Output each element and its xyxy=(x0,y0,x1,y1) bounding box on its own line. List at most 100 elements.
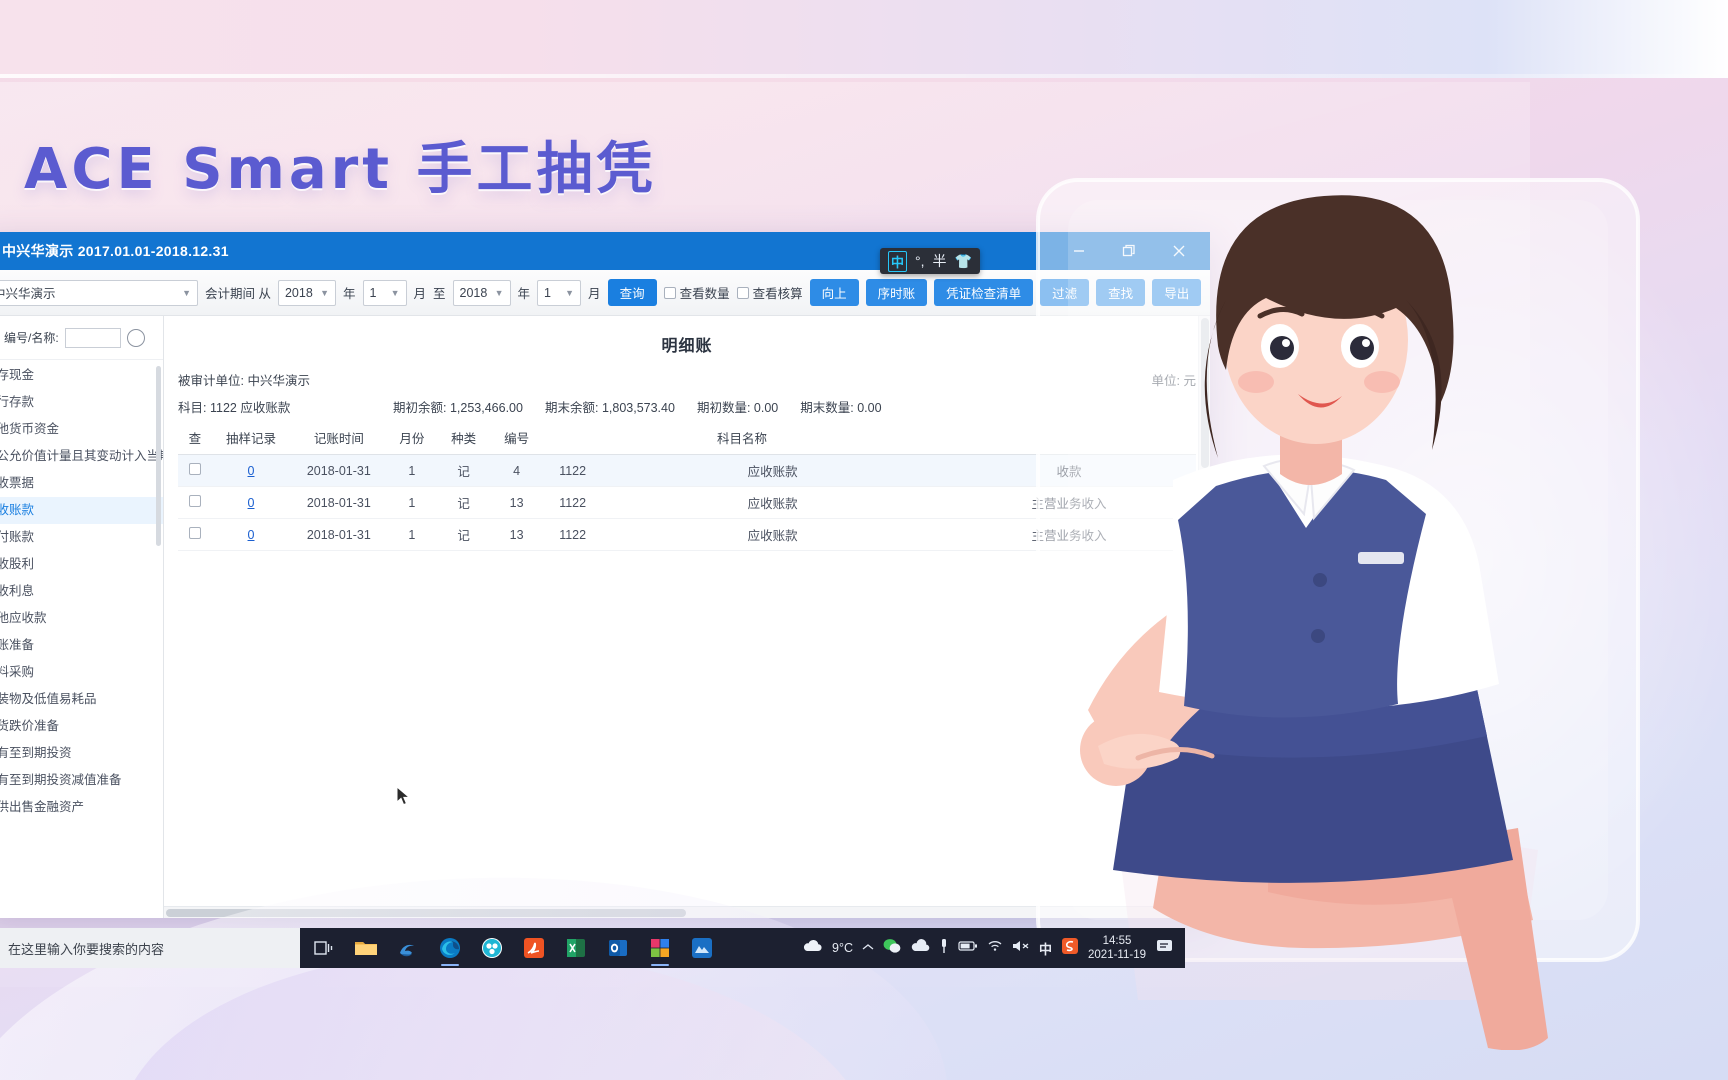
screen: ACE Smart 手工抽凭 中兴华演示 2017.01.01-2018.12.… xyxy=(0,0,1728,1080)
month-unit-label-2: 月 xyxy=(588,287,601,301)
pdf-reader-icon[interactable] xyxy=(514,928,554,968)
file-explorer-icon[interactable] xyxy=(346,928,386,968)
battery-icon[interactable] xyxy=(958,939,978,957)
ime-mode-icon[interactable]: 中 xyxy=(888,250,908,272)
row-checkbox-cell[interactable] xyxy=(178,486,212,519)
excel-icon[interactable] xyxy=(556,928,596,968)
mountain-app-icon[interactable] xyxy=(682,928,722,968)
closing-qty-value: 0.00 xyxy=(857,401,882,415)
taskbar-search[interactable]: 在这里输入你要搜索的内容 xyxy=(0,928,300,968)
row-checkbox-cell[interactable] xyxy=(178,518,212,551)
row-checkbox[interactable] xyxy=(188,463,201,475)
row-kind: 记 xyxy=(436,486,492,519)
clock-time: 14:55 xyxy=(1102,935,1132,947)
subject-item-10[interactable]: 坏账准备 xyxy=(0,632,163,659)
col-subject-name[interactable]: 科目名称 xyxy=(541,422,942,455)
taskbar-search-placeholder: 在这里输入你要搜索的内容 xyxy=(8,941,165,957)
wechat-icon[interactable] xyxy=(883,938,901,959)
taskbar-icons: 9°C 中 14:55 2021-11-19 xyxy=(300,928,1185,968)
month-from-select[interactable]: 1 ▼ xyxy=(362,279,407,306)
app-colored-icon[interactable] xyxy=(640,928,680,968)
sample-link[interactable]: 0 xyxy=(248,496,255,510)
search-icon[interactable] xyxy=(126,328,145,347)
subject-item-2[interactable]: 其他货币资金 xyxy=(0,416,163,443)
check-accounting-label: 查看核算 xyxy=(752,287,803,301)
subject-item-11[interactable]: 材料采购 xyxy=(0,659,163,686)
row-code: 1122 xyxy=(541,518,604,551)
col-month[interactable]: 月份 xyxy=(387,422,437,455)
onedrive-icon[interactable] xyxy=(910,938,930,958)
row-checkbox-cell[interactable] xyxy=(178,454,212,487)
year-unit-label-2: 年 xyxy=(517,287,531,301)
subject-item-3[interactable]: 以公允价值计量且其变动计入当期 xyxy=(0,443,163,470)
shirt-icon[interactable]: 👕 xyxy=(955,253,972,270)
chevron-down-icon: ▼ xyxy=(494,287,504,298)
subject-line: 科目: 1122 应收账款 xyxy=(178,397,393,416)
col-sample[interactable]: 抽样记录 xyxy=(211,422,291,455)
subject-item-0[interactable]: 库存现金 xyxy=(0,362,163,389)
row-sample[interactable]: 0 xyxy=(211,518,291,551)
subject-item-7[interactable]: 应收股利 xyxy=(0,551,163,578)
ime-toolbar[interactable]: 中 °, 半 👕 xyxy=(880,248,980,274)
sogou-icon[interactable] xyxy=(1061,937,1079,960)
check-quantity-checkbox[interactable]: 查看数量 xyxy=(663,283,730,302)
query-button[interactable]: 查询 xyxy=(607,279,657,306)
subject-item-9[interactable]: 其他应收款 xyxy=(0,605,163,632)
journal-button[interactable]: 序时账 xyxy=(865,279,928,306)
col-date[interactable]: 记账时间 xyxy=(290,422,388,455)
chevron-up-icon[interactable] xyxy=(862,939,874,957)
col-kind[interactable]: 种类 xyxy=(436,422,492,455)
subject-item-12[interactable]: 包装物及低值易耗品 xyxy=(0,686,163,713)
notification-icon[interactable] xyxy=(1155,938,1175,959)
opening-qty-value: 0.00 xyxy=(753,401,779,415)
subject-item-14[interactable]: 持有至到期投资 xyxy=(0,740,163,767)
mouse-cursor xyxy=(396,786,411,806)
up-button[interactable]: 向上 xyxy=(809,279,859,306)
ime-width-icon[interactable]: 半 xyxy=(933,254,947,268)
usb-icon[interactable] xyxy=(939,938,949,959)
sidebar-search-input[interactable] xyxy=(64,327,121,348)
row-checkbox[interactable] xyxy=(188,495,201,507)
row-sample[interactable]: 0 xyxy=(211,454,291,487)
subject-item-6[interactable]: 预付账款 xyxy=(0,524,163,551)
subject-item-13[interactable]: 存货跌价准备 xyxy=(0,713,163,740)
outlook-icon[interactable] xyxy=(598,928,638,968)
col-no[interactable]: 编号 xyxy=(491,422,542,455)
sample-link[interactable]: 0 xyxy=(248,464,255,478)
sidebar-scrollbar[interactable] xyxy=(156,366,161,546)
subject-item-8[interactable]: 应收利息 xyxy=(0,578,163,605)
subject-item-15[interactable]: 持有至到期投资减值准备 xyxy=(0,767,163,794)
ime-punctuation-icon[interactable]: °, xyxy=(915,254,925,268)
row-name: 应收账款 xyxy=(603,486,942,519)
clock[interactable]: 14:55 2021-11-19 xyxy=(1088,934,1146,962)
row-sample[interactable]: 0 xyxy=(211,486,291,519)
row-date: 2018-01-31 xyxy=(290,518,388,551)
task-view-icon[interactable] xyxy=(304,928,344,968)
ime-indicator[interactable]: 中 xyxy=(1039,939,1052,958)
volume-muted-icon[interactable] xyxy=(1012,939,1030,958)
opening-balance: 期初余额: 1,253,466.00 xyxy=(393,397,523,416)
edge-legacy-icon[interactable] xyxy=(388,928,428,968)
subject-item-1[interactable]: 银行存款 xyxy=(0,389,163,416)
window-title: 中兴华演示 2017.01.01-2018.12.31 xyxy=(2,243,229,259)
edge-icon[interactable] xyxy=(430,928,470,968)
check-accounting-checkbox[interactable]: 查看核算 xyxy=(736,283,803,302)
row-checkbox[interactable] xyxy=(188,527,201,539)
month-to-select[interactable]: 1 ▼ xyxy=(537,279,582,306)
year-to-select[interactable]: 2018 ▼ xyxy=(452,279,511,306)
closing-balance: 期末余额: 1,803,573.40 xyxy=(545,397,675,416)
cloud-icon[interactable] xyxy=(801,939,823,958)
company-select[interactable]: 中兴华演示 ▼ xyxy=(0,279,198,306)
chrome-like-icon[interactable] xyxy=(472,928,512,968)
subject-item-4[interactable]: 应收票据 xyxy=(0,470,163,497)
wifi-icon[interactable] xyxy=(987,939,1003,957)
weather-temperature[interactable]: 9°C xyxy=(832,941,853,955)
closing-qty: 期末数量: 0.00 xyxy=(800,397,881,416)
opening-balance-value: 1,253,466.00 xyxy=(449,401,523,415)
year-from-select[interactable]: 2018 ▼ xyxy=(277,279,336,306)
subject-list[interactable]: 库存现金 银行存款 其他货币资金 以公允价值计量且其变动计入当期 应收票据 应收… xyxy=(0,360,163,918)
subject-item-5[interactable]: 应收账款 xyxy=(0,497,163,524)
month-from-value: 1 xyxy=(369,285,377,300)
sample-link[interactable]: 0 xyxy=(248,528,255,542)
subject-item-16[interactable]: 可供出售金融资产 xyxy=(0,794,163,821)
